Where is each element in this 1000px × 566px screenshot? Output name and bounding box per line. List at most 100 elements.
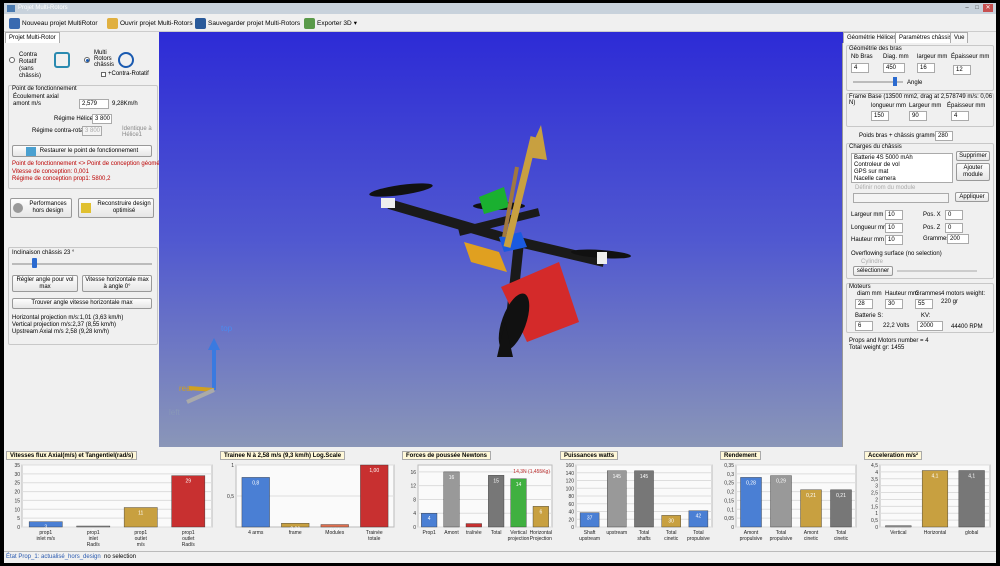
module-name-input[interactable] xyxy=(853,193,949,203)
pos-x-input[interactable]: 0 xyxy=(945,210,963,220)
motor-grams-input[interactable]: 55 xyxy=(915,299,933,309)
find-angle-button[interactable]: Trouver angle vitesse horizontale max xyxy=(12,298,152,309)
grams-label: Grammes xyxy=(923,236,950,242)
data-label: 29 xyxy=(185,479,191,485)
overflow-slider-track[interactable] xyxy=(897,270,977,272)
close-button[interactable]: ✕ xyxy=(983,4,993,12)
tick-label: 3,5 xyxy=(871,477,878,483)
props-count: Props and Motors number = 4 xyxy=(849,338,929,344)
app-icon xyxy=(7,5,15,12)
3d-viewport[interactable]: top rear left xyxy=(159,32,843,447)
angle-slider-thumb[interactable] xyxy=(893,77,897,86)
category-label: Total propulsive xyxy=(770,530,793,542)
data-label: 0,8 xyxy=(252,480,259,486)
motor-height-input[interactable]: 30 xyxy=(885,299,903,309)
upstream-axial: Upstream Axial m/s 2,58 (9,28 km/h) xyxy=(12,329,110,335)
regime1-input[interactable]: 3 800 xyxy=(92,114,112,124)
total-weight: Total weight gr: 1455 xyxy=(849,345,905,351)
dim-length-input[interactable]: 10 xyxy=(885,223,903,233)
chart-title: Rendement xyxy=(720,451,761,460)
weight-input[interactable]: 280 xyxy=(935,131,953,141)
data-label: 30 xyxy=(668,518,674,524)
arm-thickness-input[interactable]: 12 xyxy=(953,65,971,75)
main-window: Projet Multi-Rotors – □ ✕ Nouveau projet… xyxy=(4,3,996,563)
select-button[interactable]: sélectionner xyxy=(853,266,893,276)
propeller-front-left xyxy=(369,183,433,197)
mode-multi-radio[interactable] xyxy=(84,57,90,63)
motor-grams-head: Grammes xyxy=(915,291,942,297)
chart-flow-speeds: Vitesses flux Axial(m/s) et Tangentiel(r… xyxy=(6,451,216,549)
vmax-angle0-button[interactable]: Vitesse horizontale max à angle 0° xyxy=(82,275,152,292)
open-project-button[interactable]: Ouvrir projet Multi-Rotors xyxy=(107,17,193,29)
list-item[interactable]: GPS sur mat xyxy=(854,169,888,175)
contra-check-label: +Contra-Rotatif xyxy=(108,71,149,77)
delete-module-button[interactable]: Supprimer xyxy=(956,151,990,161)
drone-3d-model[interactable] xyxy=(159,32,843,447)
perf-off-design-button[interactable]: Performances hors design xyxy=(10,198,72,218)
motor-diam-input[interactable]: 28 xyxy=(855,299,873,309)
mode-contra-radio[interactable] xyxy=(9,57,15,63)
chevron-down-icon: ▾ xyxy=(353,20,357,27)
arm-thickness-head: Épaisseur mm xyxy=(951,54,990,60)
tick-label: 0,05 xyxy=(724,516,734,522)
tick-label: 1 xyxy=(231,463,234,469)
arm-count-input[interactable]: 4 xyxy=(851,63,869,73)
tick-label: 2 xyxy=(875,497,878,503)
frame-width-input[interactable]: 90 xyxy=(909,111,927,121)
list-item[interactable]: Nacelle camera xyxy=(854,176,896,182)
new-project-button[interactable]: Nouveau projet MultiRotor xyxy=(9,17,98,29)
category-label: Total xyxy=(491,530,502,536)
kv-input[interactable]: 2000 xyxy=(917,321,943,331)
tick-label: 160 xyxy=(566,463,575,469)
restore-button[interactable]: Restaurer le point de fonctionnement xyxy=(12,145,152,157)
maximize-button[interactable]: □ xyxy=(972,4,982,12)
save-project-button[interactable]: Sauvegarder projet Multi-Rotors xyxy=(195,17,300,29)
pos-z-input[interactable]: 0 xyxy=(945,223,963,233)
battery-input[interactable]: 6 xyxy=(855,321,873,331)
arm-width-input[interactable]: 16 xyxy=(917,63,935,73)
frame-thickness-input[interactable]: 4 xyxy=(951,111,969,121)
tick-label: 0,5 xyxy=(227,494,234,500)
apply-button[interactable]: Appliquer xyxy=(955,192,989,202)
charts-area: Vitesses flux Axial(m/s) et Tangentiel(r… xyxy=(4,447,996,551)
save-project-label: Sauvegarder projet Multi-Rotors xyxy=(208,19,301,27)
restore-icon xyxy=(25,146,36,156)
frame-length-input[interactable]: 150 xyxy=(871,111,889,121)
chart-thrust-forces-plot: 0 4 8 12 16 4 Prop1 16 Amont traînée 15 Total 14 Vert… xyxy=(410,464,553,542)
warning-line-2: Vitesse de conception: 0,001 xyxy=(12,169,89,175)
tick-label: 100 xyxy=(566,486,575,492)
charges-list[interactable]: Batterie 4S 5000 mAh Controleur de vol G… xyxy=(851,153,953,183)
inclination-slider-thumb[interactable] xyxy=(32,258,37,268)
motor-weight-head: 4 motors weight: xyxy=(941,291,986,297)
tick-label: 3 xyxy=(875,484,878,490)
list-item[interactable]: Batterie 4S 5000 mAh xyxy=(854,155,913,161)
motor-right xyxy=(597,252,607,264)
contra-checkbox[interactable] xyxy=(101,72,106,77)
tick-label: 0 xyxy=(17,525,20,531)
list-item[interactable]: Controleur de vol xyxy=(854,162,900,168)
weight-label: Poids bras + châssis grammes xyxy=(859,133,941,139)
arm-diag-input[interactable]: 450 xyxy=(883,63,905,73)
status-selection: no selection xyxy=(104,554,137,560)
grams-input[interactable]: 200 xyxy=(947,234,969,244)
tick-label: 16 xyxy=(410,470,416,476)
add-module-button[interactable]: Ajouter module xyxy=(956,163,990,181)
bar xyxy=(885,525,912,528)
tick-label: 0,5 xyxy=(871,518,878,524)
motor-height-head: Hauteur mm xyxy=(885,291,919,297)
set-angle-button[interactable]: Régler angle pour vol max xyxy=(12,275,78,292)
flow-input[interactable]: 2,579 xyxy=(79,99,109,109)
motor-front-left xyxy=(381,198,395,208)
regime2-input[interactable]: 3 800 xyxy=(82,126,102,136)
dim-height-input[interactable]: 10 xyxy=(885,235,903,245)
data-label: 0,29 xyxy=(776,479,786,485)
tick-label: 1 xyxy=(875,511,878,517)
arm-count-head: Nb Bras xyxy=(851,54,873,60)
minimize-button[interactable]: – xyxy=(962,4,972,12)
dim-width-input[interactable]: 10 xyxy=(885,210,903,220)
overflow-label: Overflowing surface (no selection) xyxy=(851,251,942,257)
tick-label: 15 xyxy=(14,498,20,504)
export-3d-button[interactable]: Exporter 3D ▾ xyxy=(304,17,357,29)
rebuild-design-button[interactable]: Reconstruire design optimisé xyxy=(78,198,154,218)
left-panel: Contra Rotatif (sans châssis) Multi Roto… xyxy=(4,43,168,447)
